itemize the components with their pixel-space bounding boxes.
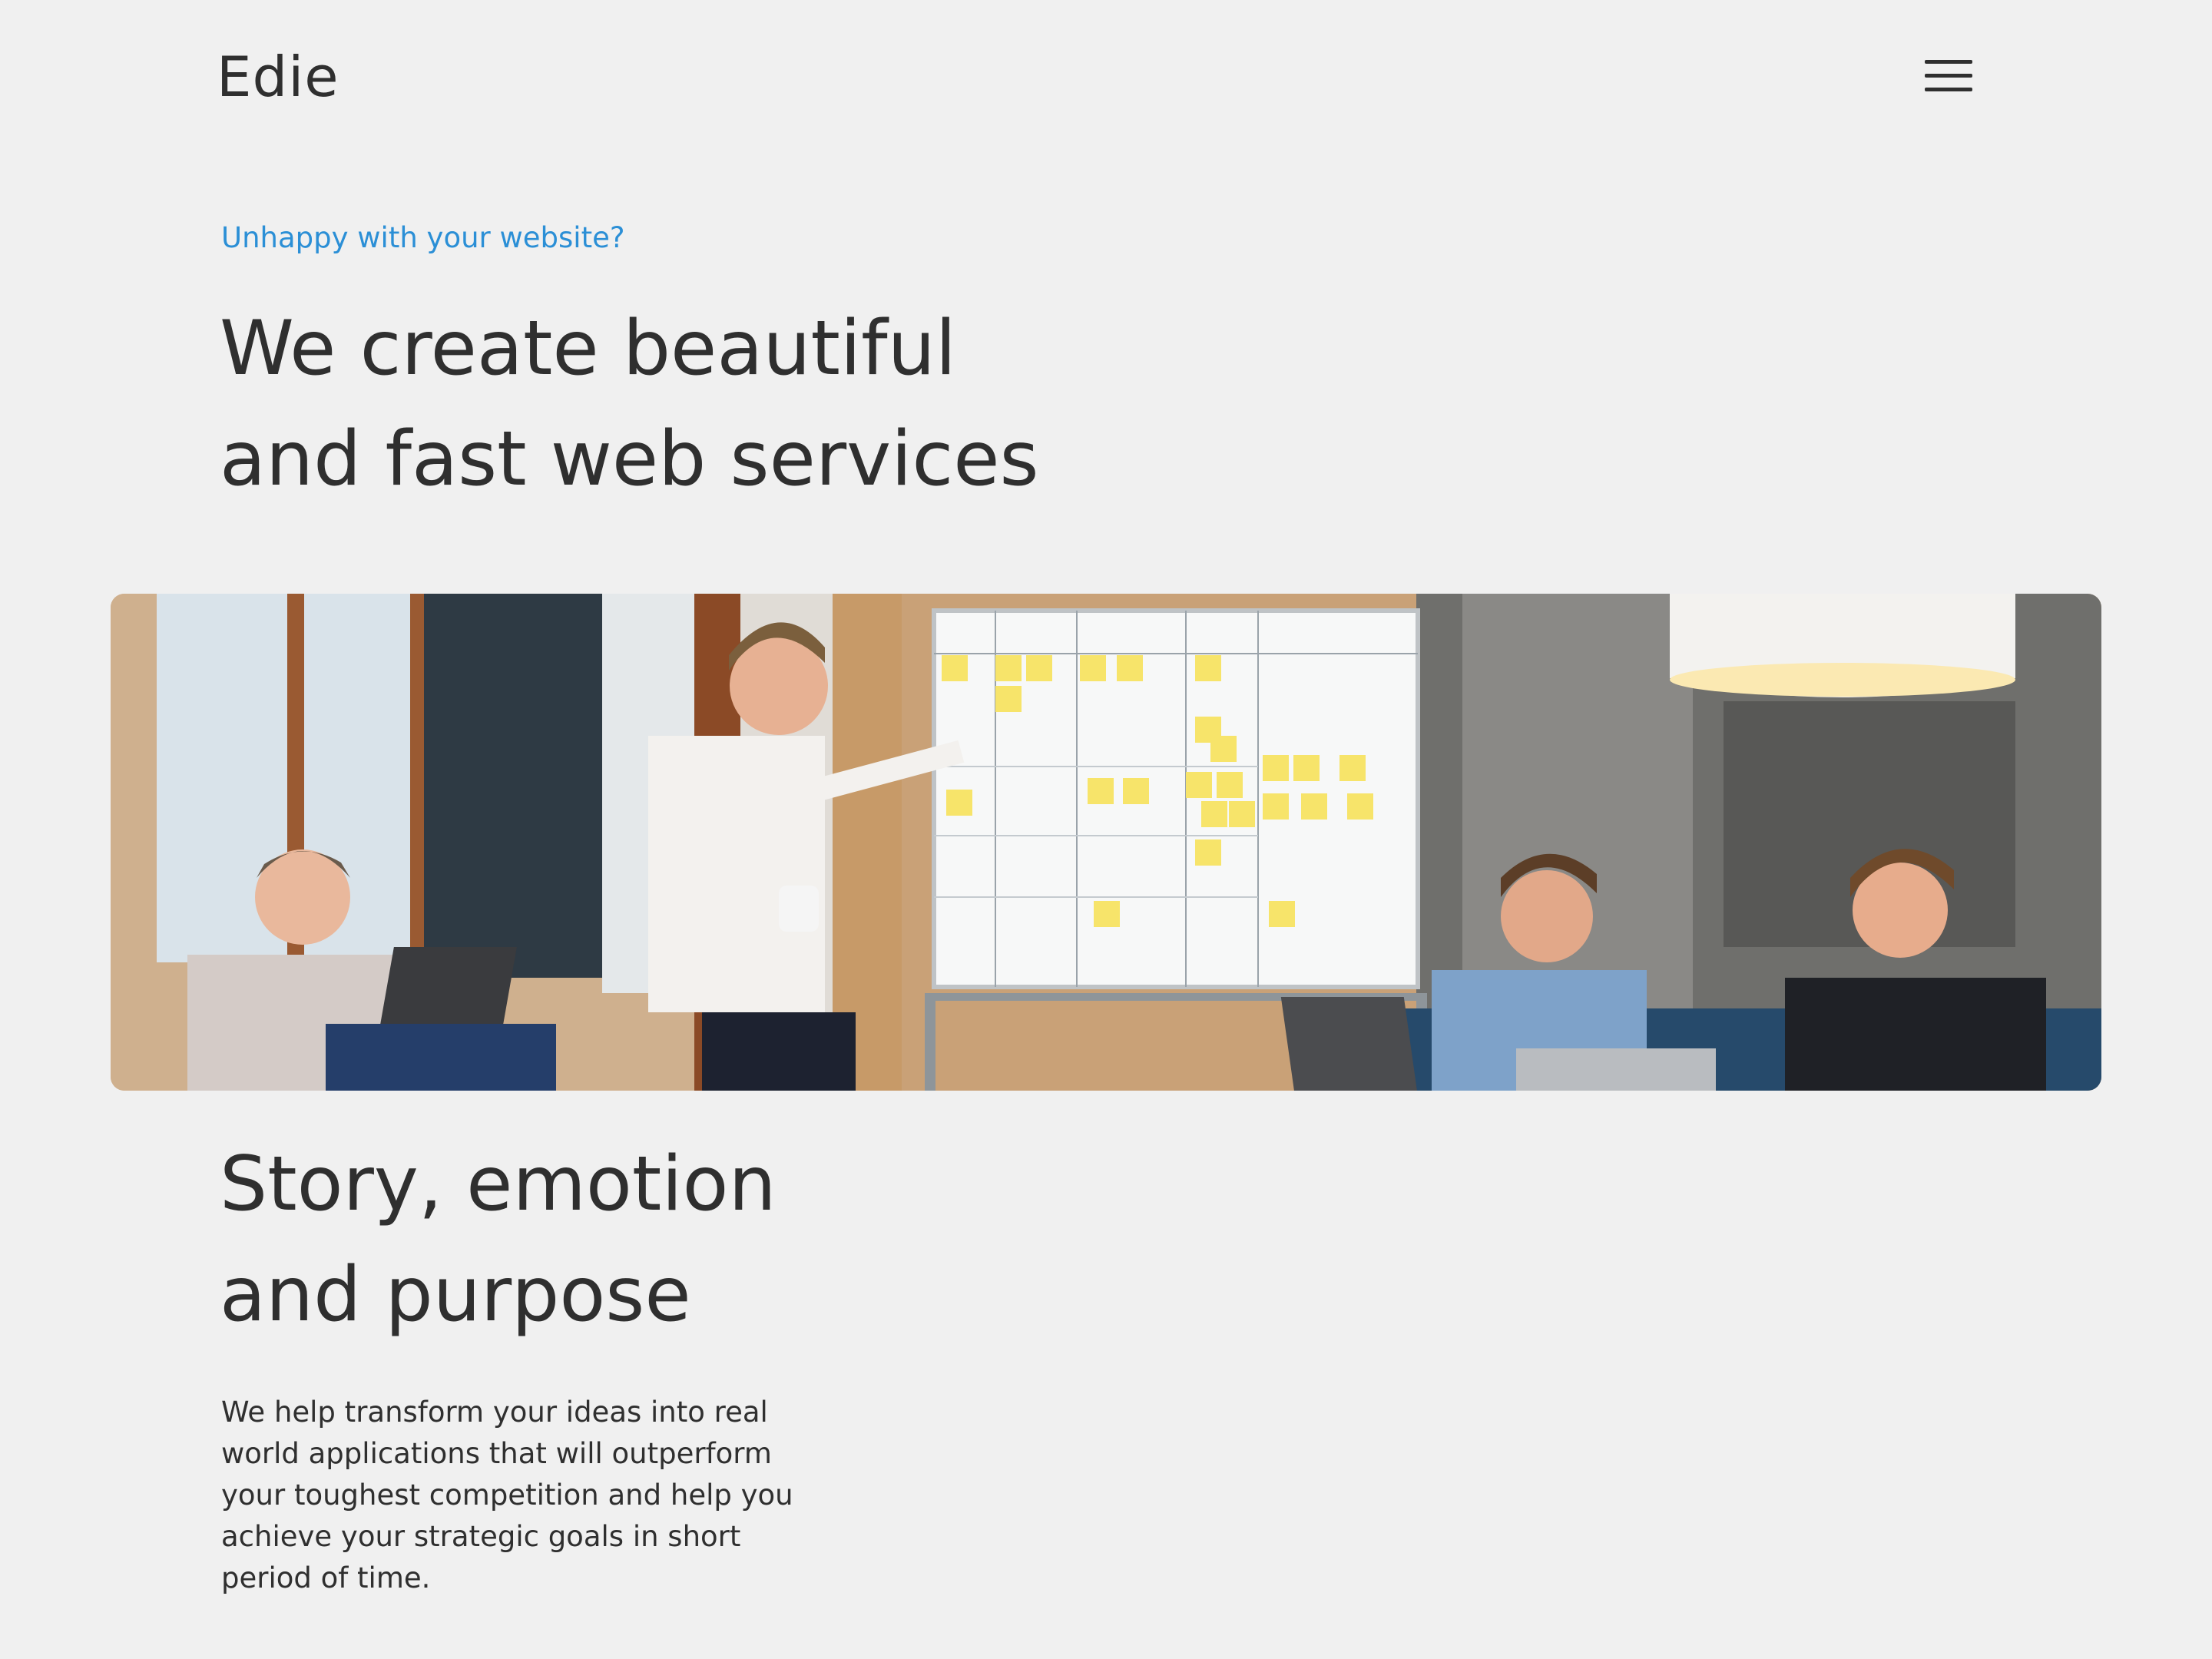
section-title-line2: and purpose [220,1251,691,1339]
hero-title: We create beautiful and fast web service… [220,293,1372,515]
hero-eyebrow: Unhappy with your website? [221,221,625,254]
menu-bar [1925,60,1972,64]
page: Edie Unhappy with your website? We creat… [0,0,2212,1659]
hero-title-line2: and fast web services [220,416,1039,503]
hamburger-menu-icon[interactable] [1925,57,1974,94]
section-body: We help transform your ideas into real w… [221,1396,793,1594]
section-title: Story, emotion and purpose [220,1129,1141,1350]
hero-banner-image [111,594,2101,1091]
section-title-line1: Story, emotion [220,1141,777,1228]
logo[interactable]: Edie [217,45,339,109]
menu-bar [1925,74,1972,78]
hero-title-line1: We create beautiful [220,305,956,392]
team-meeting-photo [111,594,2101,1091]
menu-bar [1925,88,1972,91]
